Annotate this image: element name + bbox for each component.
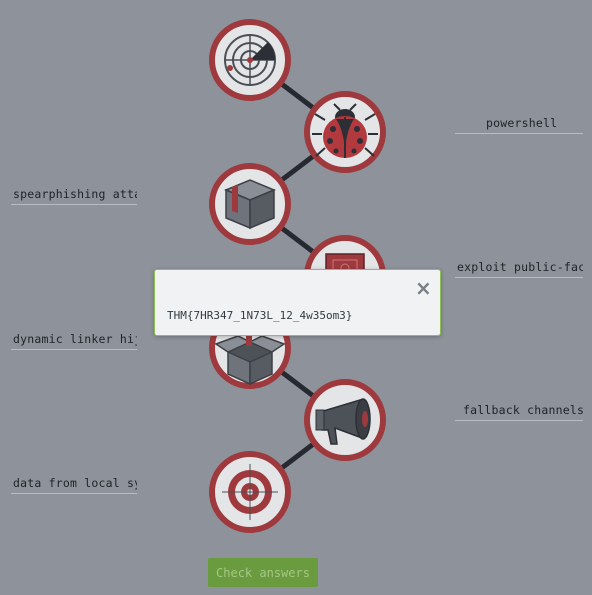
answer-text: exploit public-faci	[457, 260, 583, 274]
box-icon[interactable]	[209, 163, 291, 245]
answer-field-powershell[interactable]: powershell	[455, 114, 583, 134]
attack-chain-canvas: powershell spearphishing attac exploit p…	[0, 0, 592, 595]
flag-modal: × THM{7HR347_1N73L_12_4w35om3}	[154, 269, 441, 336]
close-icon[interactable]: ×	[415, 278, 432, 298]
answer-text: dynamic linker hija	[13, 332, 137, 346]
answer-text: powershell	[486, 116, 558, 130]
answer-field-dynamic-linker[interactable]: dynamic linker hija	[11, 330, 137, 350]
answer-field-spearphishing[interactable]: spearphishing attac	[11, 185, 137, 205]
check-answers-button[interactable]: Check answers	[208, 558, 318, 587]
megaphone-icon[interactable]	[304, 379, 386, 461]
answer-text: fallback channels	[463, 403, 583, 417]
answer-text: spearphishing attac	[13, 187, 137, 201]
radar-icon[interactable]	[209, 19, 291, 101]
target-icon[interactable]	[209, 451, 291, 533]
answer-field-exploit[interactable]: exploit public-faci	[455, 258, 583, 278]
answer-field-data-from-local[interactable]: data from local sys	[11, 474, 137, 494]
flag-text: THM{7HR347_1N73L_12_4w35om3}	[167, 309, 353, 322]
answer-text: data from local sys	[13, 476, 137, 490]
answer-field-fallback[interactable]: fallback channels	[455, 401, 583, 421]
ladybug-icon[interactable]	[304, 91, 386, 173]
